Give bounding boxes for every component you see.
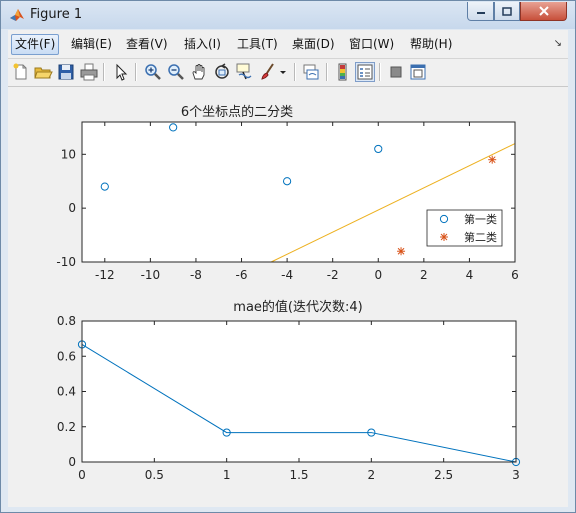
x-tick-label: 1 bbox=[223, 468, 231, 482]
subplot-scatter[interactable]: 6个坐标点的二分类 -12 -10 -8 -6 -4 -2 0 2 4 6 -10 0 10 第一类 bbox=[56, 104, 518, 282]
menu-tools[interactable]: 工具(T) bbox=[234, 34, 281, 55]
subplot-1-legend[interactable]: 第一类 第二类 bbox=[426, 209, 503, 247]
show-plot-tools-icon[interactable] bbox=[408, 62, 428, 82]
x-tick-label: 2 bbox=[368, 468, 376, 482]
x-tick-label: 1.5 bbox=[289, 468, 308, 482]
window-client-area: 文件(F) 编辑(E) 查看(V) 插入(I) 工具(T) 桌面(D) 窗口(W… bbox=[8, 30, 568, 507]
menu-file[interactable]: 文件(F) bbox=[11, 34, 60, 55]
figure-toolbar bbox=[8, 58, 568, 85]
new-figure-icon[interactable] bbox=[11, 62, 31, 82]
figure-plots: 6个坐标点的二分类 -12 -10 -8 -6 -4 -2 0 2 4 6-10010 第一类 bbox=[56, 104, 521, 482]
y-tick-label: 0 bbox=[68, 201, 76, 215]
title-bar[interactable]: Figure 1 bbox=[1, 1, 575, 29]
menu-window[interactable]: 窗口(W) bbox=[346, 34, 397, 55]
subplot-1-title: 6个坐标点的二分类 bbox=[181, 104, 293, 120]
rotate-3d-icon[interactable] bbox=[212, 62, 232, 82]
y-tick-label: 0.2 bbox=[57, 420, 76, 434]
x-tick-label: 3 bbox=[512, 468, 520, 482]
menu-help[interactable]: 帮助(H) bbox=[407, 34, 455, 55]
y-tick-label: 0.8 bbox=[57, 314, 76, 328]
menu-bar: 文件(F) 编辑(E) 查看(V) 插入(I) 工具(T) 桌面(D) 窗口(W… bbox=[8, 30, 568, 58]
x-tick-label: -8 bbox=[190, 268, 202, 282]
menu-insert[interactable]: 插入(I) bbox=[181, 34, 224, 55]
maximize-icon bbox=[502, 6, 512, 16]
menu-edit[interactable]: 编辑(E) bbox=[68, 34, 115, 55]
class-2-point bbox=[397, 247, 406, 256]
menu-view[interactable]: 查看(V) bbox=[123, 34, 171, 55]
x-tick-label: -6 bbox=[236, 268, 248, 282]
edit-plot-arrow-icon[interactable] bbox=[111, 62, 131, 82]
x-tick-label: -2 bbox=[327, 268, 339, 282]
x-tick-label: 0 bbox=[374, 268, 382, 282]
legend-marker-star bbox=[440, 233, 448, 241]
legend-icon[interactable] bbox=[355, 62, 375, 82]
close-button[interactable] bbox=[520, 2, 567, 21]
zoom-out-icon[interactable] bbox=[166, 62, 186, 82]
close-icon bbox=[538, 6, 549, 16]
x-tick-label: 2.5 bbox=[434, 468, 453, 482]
y-tick-label: -10 bbox=[56, 255, 76, 269]
x-tick-label: 0 bbox=[78, 468, 86, 482]
y-tick-label: 0 bbox=[68, 455, 76, 469]
x-tick-label: -12 bbox=[95, 268, 115, 282]
window-title: Figure 1 bbox=[30, 7, 83, 22]
y-tick-label: 10 bbox=[61, 147, 76, 161]
x-tick-label: -4 bbox=[281, 268, 293, 282]
brush-dropdown-icon[interactable] bbox=[278, 62, 288, 82]
save-icon[interactable] bbox=[56, 62, 76, 82]
menu-overflow-icon[interactable]: ↘ bbox=[554, 38, 562, 49]
matlab-logo-icon bbox=[10, 9, 24, 21]
legend-label-class-2: 第二类 bbox=[464, 230, 497, 244]
x-tick-label: 4 bbox=[466, 268, 474, 282]
x-tick-label: 0.5 bbox=[145, 468, 164, 482]
colorbar-icon[interactable] bbox=[333, 62, 353, 82]
subplot-2-title: mae的值(迭代次数:4) bbox=[233, 299, 362, 315]
y-tick-label: 0.6 bbox=[57, 349, 76, 363]
menu-desktop[interactable]: 桌面(D) bbox=[289, 34, 338, 55]
link-plot-icon[interactable] bbox=[301, 62, 321, 82]
class-2-point bbox=[488, 155, 497, 164]
pan-hand-icon[interactable] bbox=[189, 62, 209, 82]
y-tick-label: 0.4 bbox=[57, 385, 76, 399]
figure-canvas: 6个坐标点的二分类 -12 -10 -8 -6 -4 -2 0 2 4 6 -10 0 10 第一类 bbox=[8, 86, 568, 507]
figure-window: Figure 1 文件(F) 编辑(E) 查看(V) 插入(I) 工具(T) 桌… bbox=[0, 0, 576, 513]
minimize-icon bbox=[476, 12, 485, 14]
subplot-2-plot-area bbox=[82, 321, 516, 462]
legend-label-class-1: 第一类 bbox=[464, 212, 497, 226]
subplot-mae[interactable]: mae的值(迭代次数:4) 0 0.5 1 1.5 2 2.5 3 0 0.2 0.4 0.6 0.8 bbox=[57, 299, 521, 482]
print-icon[interactable] bbox=[79, 62, 99, 82]
maximize-button[interactable] bbox=[494, 2, 520, 21]
open-file-icon[interactable] bbox=[33, 62, 53, 82]
minimize-button[interactable] bbox=[467, 2, 494, 21]
zoom-in-icon[interactable] bbox=[143, 62, 163, 82]
x-tick-label: -10 bbox=[141, 268, 161, 282]
brush-icon[interactable] bbox=[258, 62, 278, 82]
hide-plot-tools-icon[interactable] bbox=[386, 62, 406, 82]
x-tick-label: 6 bbox=[511, 268, 519, 282]
data-cursor-icon[interactable] bbox=[235, 62, 255, 82]
x-tick-label: 2 bbox=[420, 268, 428, 282]
